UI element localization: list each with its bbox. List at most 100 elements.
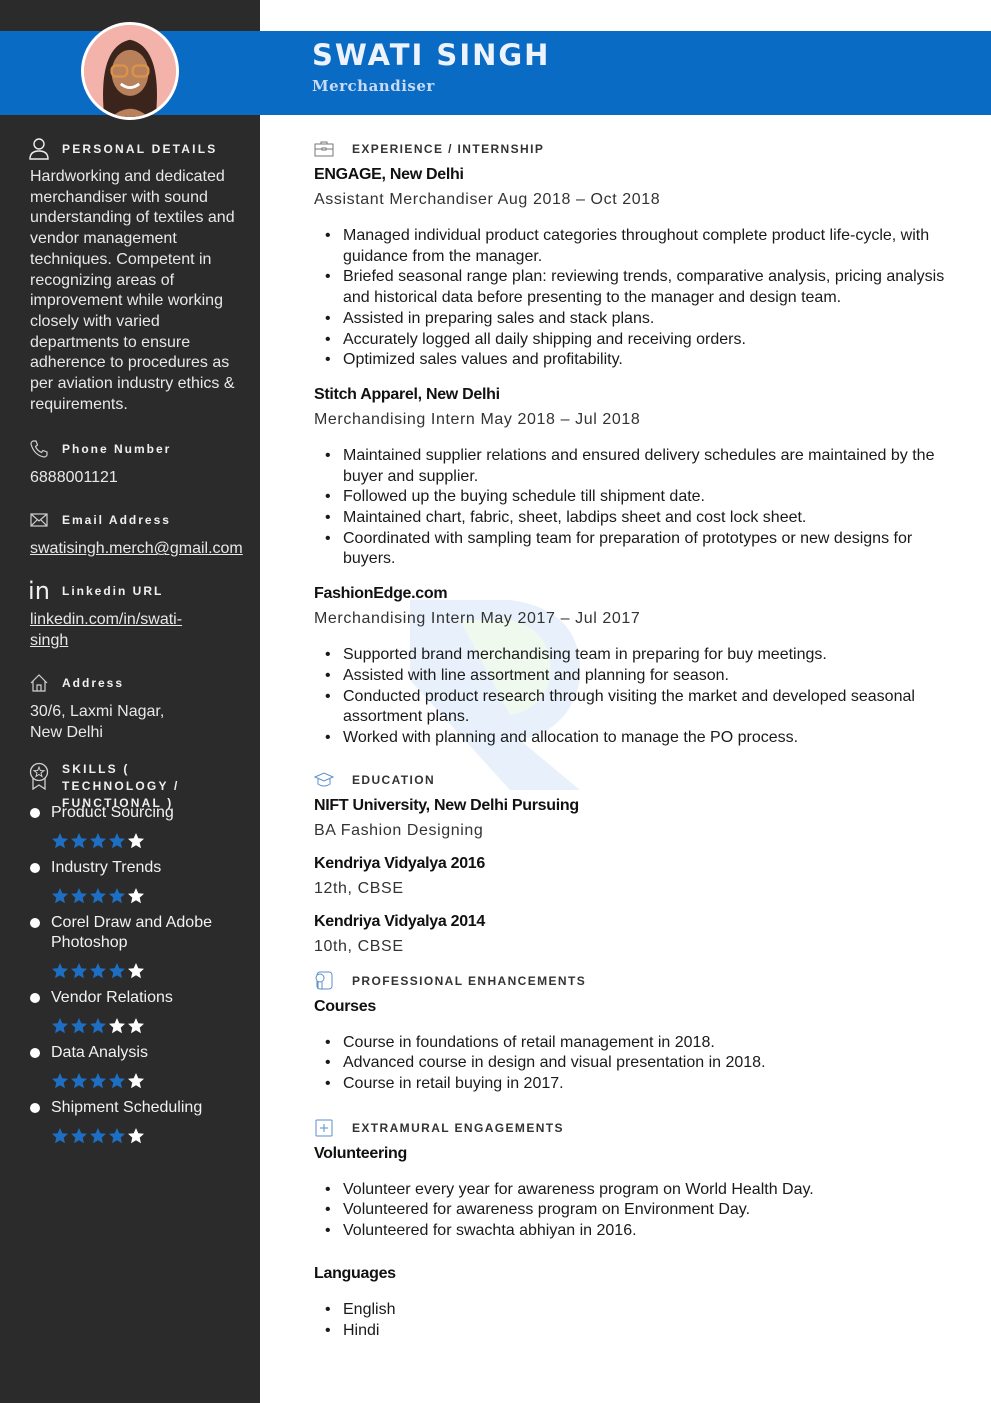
job-role-dates: Merchandising Intern May 2017 – Jul 2017 (314, 610, 641, 628)
linkedin-label: Linkedin URL (62, 584, 164, 599)
education-school: Kendriya Vidyalya 2016 (314, 854, 485, 872)
course-item: Course in foundations of retail manageme… (325, 1033, 954, 1054)
envelope-icon (28, 508, 50, 532)
skill-item: Shipment Scheduling (30, 1098, 252, 1147)
personal-details-heading: PERSONAL DETAILS (28, 137, 252, 161)
job-bullets: Managed individual product categories th… (314, 226, 954, 371)
personal-summary: Hardworking and dedicated merchandiser w… (30, 168, 235, 413)
education-school: Kendriya Vidyalya 2014 (314, 912, 485, 930)
star-filled-icon (109, 963, 125, 979)
star-empty-icon (128, 1128, 144, 1144)
email-label: Email Address (62, 513, 171, 528)
job-bullet: Optimized sales values and profitability… (325, 350, 954, 371)
job-role-dates: Assistant Merchandiser Aug 2018 – Oct 20… (314, 191, 661, 208)
phone-value: 6888001121 (30, 469, 118, 487)
candidate-title: Merchandiser (312, 77, 435, 95)
phone-label: Phone Number (62, 442, 172, 457)
address-block: Address 30/6, Laxmi Nagar, New Delhi (30, 671, 252, 743)
sidebar-content: PERSONAL DETAILS Hardworking and dedicat… (28, 137, 252, 1153)
job-bullet: Maintained supplier relations and ensure… (325, 446, 954, 487)
job-bullet: Accurately logged all daily shipping and… (325, 330, 954, 351)
star-empty-icon (128, 1018, 144, 1034)
education-heading: EDUCATION (314, 769, 954, 791)
skill-name: Corel Draw and Adobe Photoshop (51, 914, 212, 952)
job-bullets: Supported brand merchandising team in pr… (314, 645, 954, 749)
star-filled-icon (90, 1073, 106, 1089)
language-item: English (325, 1300, 954, 1321)
user-icon (28, 137, 50, 161)
volunteering-item: Volunteer every year for awareness progr… (325, 1180, 954, 1201)
linkedin-block: in Linkedin URL linkedin.com/in/swati-si… (28, 577, 252, 651)
star-filled-icon (71, 963, 87, 979)
job-organization: Stitch Apparel, New Delhi (314, 385, 500, 403)
languages-list: EnglishHindi (314, 1300, 954, 1341)
job-entry: Stitch Apparel, New Delhi Merchandising I… (314, 385, 954, 570)
experience-list: ENGAGE, New Delhi Assistant Merchandiser … (314, 165, 954, 749)
star-empty-icon (128, 833, 144, 849)
star-filled-icon (71, 1073, 87, 1089)
job-bullet: Managed individual product categories th… (325, 226, 954, 267)
skill-name: Product Sourcing (51, 804, 174, 822)
star-filled-icon (109, 888, 125, 904)
star-filled-icon (71, 1128, 87, 1144)
email-link[interactable]: swatisingh.merch@gmail.com (30, 538, 252, 559)
education-detail: 12th, CBSE (314, 879, 404, 897)
profile-photo (81, 22, 179, 120)
star-filled-icon (90, 1128, 106, 1144)
star-filled-icon (52, 1073, 68, 1089)
job-entry: ENGAGE, New Delhi Assistant Merchandiser … (314, 165, 954, 371)
courses-list: Course in foundations of retail manageme… (314, 1033, 954, 1095)
linkedin-link[interactable]: linkedin.com/in/swati-singh (30, 609, 210, 651)
courses-subheading: Courses (314, 997, 376, 1015)
experience-heading: EXPERIENCE / INTERNSHIP (314, 138, 954, 160)
job-bullets: Maintained supplier relations and ensure… (314, 446, 954, 570)
skill-item: Vendor Relations (30, 988, 252, 1037)
phone-block: Phone Number 6888001121 (30, 437, 252, 488)
plus-box-icon (314, 1118, 334, 1138)
star-filled-icon (109, 833, 125, 849)
education-detail: BA Fashion Designing (314, 821, 484, 839)
education-entry: Kendriya Vidyalya 2016 12th, CBSE (314, 854, 954, 899)
skill-item: Product Sourcing (30, 803, 252, 852)
phone-icon (28, 437, 50, 461)
job-bullet: Maintained chart, fabric, sheet, labdips… (325, 508, 954, 529)
star-filled-icon (52, 833, 68, 849)
languages-subheading: Languages (314, 1264, 396, 1282)
star-filled-icon (90, 1018, 106, 1034)
candidate-name: SWATI SINGH (312, 38, 551, 72)
skill-name: Vendor Relations (51, 989, 173, 1007)
course-item: Advanced course in design and visual pre… (325, 1053, 954, 1074)
skill-item: Industry Trends (30, 858, 252, 907)
skills-list: Product Sourcing Industry Trends Corel Dra… (30, 803, 252, 1147)
job-role-dates: Merchandising Intern May 2018 – Jul 2018 (314, 410, 641, 428)
star-empty-icon (128, 888, 144, 904)
award-icon (28, 761, 50, 791)
address-value: 30/6, Laxmi Nagar, New Delhi (30, 703, 165, 742)
job-organization: ENGAGE, New Delhi (314, 166, 464, 183)
skill-rating (51, 887, 252, 907)
star-filled-icon (109, 1128, 125, 1144)
education-entry: NIFT University, New Delhi Pursuing BA Fa… (314, 796, 954, 841)
skill-rating (51, 1017, 252, 1037)
job-bullet: Coordinated with sampling team for prepa… (325, 529, 954, 570)
skill-name: Industry Trends (51, 859, 162, 877)
volunteering-item: Volunteered for awareness program on Env… (325, 1200, 954, 1221)
job-organization: FashionEdge.com (314, 585, 448, 603)
skill-item: Data Analysis (30, 1043, 252, 1092)
job-bullet: Supported brand merchandising team in pr… (325, 645, 954, 666)
linkedin-icon: in (28, 577, 50, 606)
skill-rating (51, 1127, 252, 1147)
address-label: Address (62, 676, 125, 691)
volunteering-subheading: Volunteering (314, 1144, 407, 1162)
course-item: Course in retail buying in 2017. (325, 1074, 954, 1095)
skill-name: Shipment Scheduling (51, 1099, 203, 1117)
language-item: Hindi (325, 1321, 954, 1342)
star-filled-icon (90, 963, 106, 979)
home-icon (28, 671, 50, 695)
star-filled-icon (71, 888, 87, 904)
job-bullet: Assisted in preparing sales and stack pl… (325, 309, 954, 330)
star-filled-icon (52, 1018, 68, 1034)
job-bullet: Conducted product research through visit… (325, 687, 954, 728)
star-filled-icon (90, 888, 106, 904)
education-school: NIFT University, New Delhi Pursuing (314, 796, 579, 814)
